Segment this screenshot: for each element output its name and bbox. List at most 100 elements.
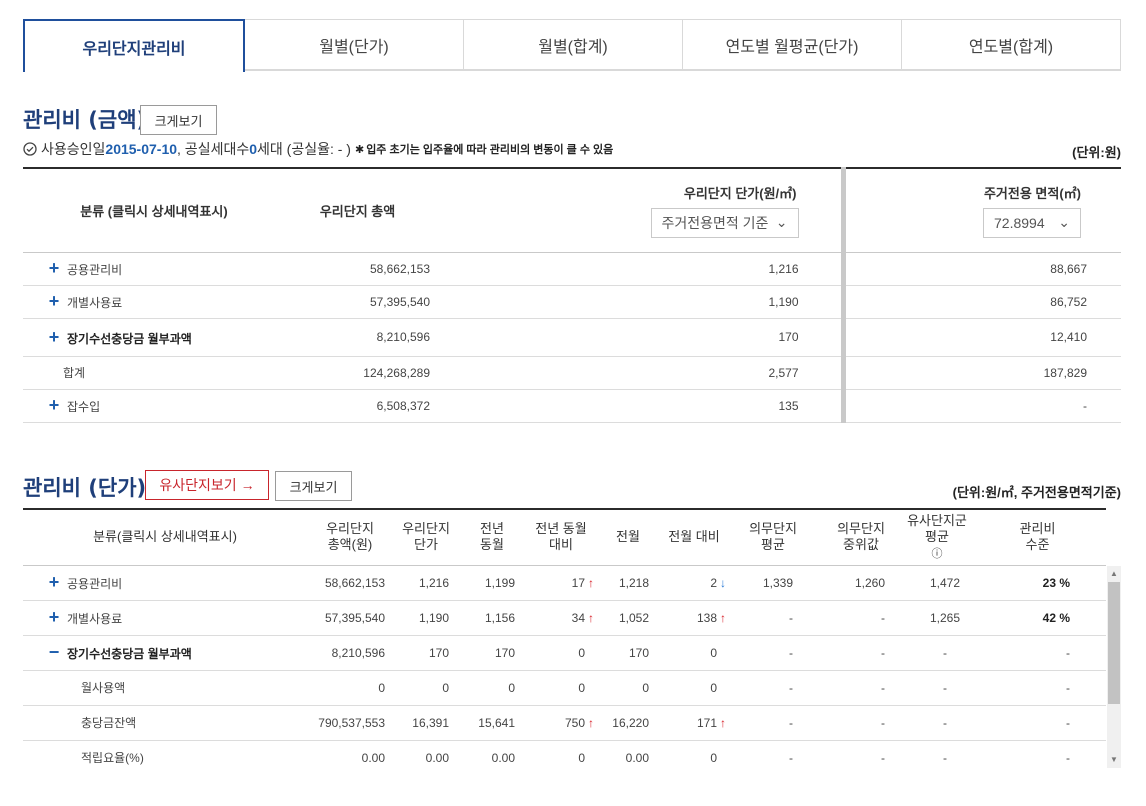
row-cell: 171 ↑ <box>659 705 729 741</box>
cell-value: 1,190 <box>418 610 449 625</box>
cell-value: - <box>881 645 885 660</box>
cell-value: - <box>881 750 885 765</box>
col-label: 우리단지 총액(원) <box>326 521 374 553</box>
cell-value: - <box>789 610 793 625</box>
col-mandatory-avg: 의무단지 평균 <box>729 508 817 566</box>
col-unit-price: 우리단지 단가(원/㎡) 주거전용면적 기준 ⌄ <box>430 167 843 253</box>
row-cell: - <box>969 635 1106 671</box>
tab-yearly-avg-unit[interactable]: 연도별 월평균(단가) <box>683 19 902 70</box>
table-row[interactable]: + 장기수선충당금 월부과액 8,210,596 170 12,410 <box>23 318 1121 357</box>
row-label: 월사용액 <box>81 681 126 695</box>
row-label: 장기수선충당금 월부과액 <box>67 331 192 346</box>
arrow-up-icon: ↑ <box>588 715 594 730</box>
row-cell: 1,218 <box>597 565 659 601</box>
tab-monthly-unit[interactable]: 월별(단가) <box>245 19 464 70</box>
plus-icon[interactable]: + <box>45 258 63 279</box>
row-label: 개별사용료 <box>67 296 123 310</box>
fee-unit-title: 관리비 (단가) <box>23 476 147 500</box>
col-prev-month: 전월 <box>597 508 659 566</box>
cell-value: 0 <box>578 645 585 660</box>
row-cell: 0 <box>597 670 659 706</box>
zoom-button-unit[interactable]: 크게보기 <box>275 471 352 501</box>
col-label: 의무단지 중위값 <box>837 521 885 553</box>
row-cell: 0 <box>659 670 729 706</box>
cell-value: 1,260 <box>854 575 885 590</box>
row-total: 8,210,596 <box>285 318 430 357</box>
plus-icon[interactable]: + <box>45 291 63 312</box>
area-value: 72.8994 <box>994 214 1045 231</box>
row-cell: 170 <box>597 635 659 671</box>
cell-value: 0 <box>442 680 449 695</box>
row-cell: 170 <box>459 635 525 671</box>
row-category: 적립요율(%) <box>23 740 307 770</box>
info-mid: , 공실세대수 <box>177 141 250 157</box>
cell-value: - <box>881 610 885 625</box>
row-label: 공용관리비 <box>67 263 123 277</box>
area-select[interactable]: 72.8994 ⌄ <box>983 207 1081 238</box>
cell-value: 0 <box>710 645 717 660</box>
plus-icon[interactable]: + <box>45 607 63 628</box>
row-price: 1,190 <box>430 285 843 319</box>
cell-value: 1,199 <box>484 575 515 590</box>
cell-value: 17 <box>571 575 585 590</box>
row-cell: - <box>905 740 969 770</box>
table-row: 월사용액 0 0 0 0 0 0 - - - - <box>23 670 1106 706</box>
table-row[interactable]: + 개별사용료 57,395,540 1,190 1,156 34 ↑ 1,052 138 ↑ - -… <box>23 600 1106 636</box>
col-label: 전월 <box>616 529 640 545</box>
row-cell: 1,190 <box>393 600 459 636</box>
cell-value: - <box>1066 750 1070 765</box>
cell-value: 1,216 <box>418 575 449 590</box>
cell-value: 2 <box>710 575 717 590</box>
similar-complex-button[interactable]: 유사단지보기 → <box>145 470 269 500</box>
zoom-button-amount[interactable]: 크게보기 <box>140 105 217 135</box>
cell-value: 16,220 <box>612 715 649 730</box>
cell-value: - <box>1066 715 1070 730</box>
row-area: 86,752 <box>840 285 1121 319</box>
row-cell: 42 % <box>969 600 1106 636</box>
tab-monthly-total[interactable]: 월별(합계) <box>464 19 683 70</box>
row-cell: - <box>969 670 1106 706</box>
table-row[interactable]: + 공용관리비 58,662,153 1,216 88,667 <box>23 252 1121 286</box>
row-total: 124,268,289 <box>285 356 430 390</box>
cell-value: 0.00 <box>425 750 449 765</box>
fee-unit-table-container[interactable]: 분류(클릭시 상세내역표시) 우리단지 총액(원) 우리단지 단가 전년 동월 … <box>23 508 1121 770</box>
cell-value: 750 <box>564 715 585 730</box>
plus-icon[interactable]: + <box>45 327 63 348</box>
table-row-total: 합계 124,268,289 2,577 187,829 <box>23 356 1121 390</box>
plus-icon[interactable]: + <box>45 395 63 416</box>
info-icon[interactable]: ⓘ <box>932 548 943 560</box>
row-cell: 0 <box>525 635 597 671</box>
row-area: 187,829 <box>840 356 1121 390</box>
tab-our-complex-fee[interactable]: 우리단지관리비 <box>23 19 245 72</box>
row-category: 충당금잔액 <box>23 705 307 741</box>
row-cell: 1,339 <box>729 565 817 601</box>
scroll-down-icon[interactable]: ▼ <box>1108 755 1120 764</box>
cell-value: 138 <box>696 610 717 625</box>
plus-icon[interactable]: + <box>45 572 63 593</box>
cell-value: 170 <box>628 645 649 660</box>
scroll-up-icon[interactable]: ▲ <box>1108 569 1120 578</box>
table-row[interactable]: − 장기수선충당금 월부과액 8,210,596 170 170 0 170 0 - - - - <box>23 635 1106 671</box>
row-cell: 790,537,553 <box>307 705 393 741</box>
approval-info: 사용승인일 2015-07-10 , 공실세대수 0 세대 (공실율: - ) … <box>23 139 613 159</box>
fee-amount-table: 분류 (클릭시 상세내역표시) 우리단지 총액 우리단지 단가(원/㎡) 주거전… <box>23 167 1121 423</box>
row-cell: 15,641 <box>459 705 525 741</box>
info-note: 입주 초기는 입주율에 따라 관리비의 변동이 클 수 있음 <box>366 144 614 156</box>
cell-value: - <box>943 645 947 660</box>
row-cell: 138 ↑ <box>659 600 729 636</box>
row-cell: 0 <box>393 670 459 706</box>
cell-value: 58,662,153 <box>324 575 385 590</box>
scrollbar-thumb[interactable] <box>1108 582 1120 704</box>
table-row[interactable]: + 개별사용료 57,395,540 1,190 86,752 <box>23 285 1121 319</box>
cell-value: 16,391 <box>412 715 449 730</box>
minus-icon[interactable]: − <box>45 642 63 663</box>
cell-value: 57,395,540 <box>324 610 385 625</box>
unit-basis-select[interactable]: 주거전용면적 기준 ⌄ <box>650 207 799 238</box>
table-row[interactable]: + 잡수입 6,508,372 135 - <box>23 389 1121 423</box>
arrow-down-icon: ↓ <box>720 575 726 590</box>
col-unit-price: 우리단지 단가 <box>393 508 459 566</box>
cell-value: 790,537,553 <box>318 715 385 730</box>
tab-yearly-total[interactable]: 연도별(합계) <box>902 19 1121 70</box>
row-cell: - <box>905 705 969 741</box>
table-row[interactable]: + 공용관리비 58,662,153 1,216 1,199 17 ↑ 1,218 2 ↓ 1,33… <box>23 565 1106 601</box>
